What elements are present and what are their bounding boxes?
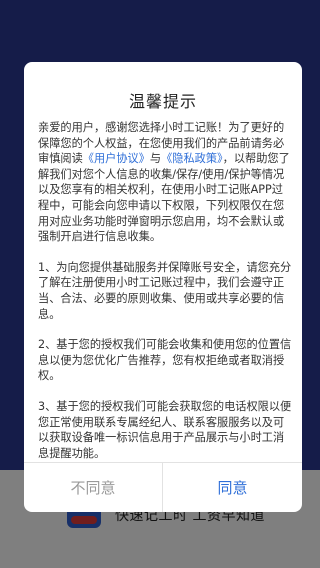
intro-text-rest: ，以帮助您了解我们对您个人信息的收集/保存/使用/保护等情况以及您享有的相关权利… [38, 152, 290, 244]
intro-and: 与 [149, 152, 162, 166]
dialog-title: 温馨提示 [128, 92, 197, 111]
agree-button[interactable]: 同意 [163, 463, 302, 512]
privacy-dialog: 温馨提示 亲爱的用户，感谢您选择小时工记账！为了更好的保障您的个人权益，在您使用… [24, 62, 302, 512]
paragraph-2: 2、基于您的授权我们可能会收集和使用您的位置信息以便为您优化广告推荐，您有权拒绝… [38, 338, 292, 383]
paragraph-3: 3、基于您的授权我们可能会获取您的电话权限以便您正常使用联系专属经纪人、联系客服… [38, 399, 292, 460]
intro-paragraph: 亲爱的用户，感谢您选择小时工记账！为了更好的保障您的个人权益，在您使用我们的产品… [38, 120, 292, 245]
privacy-policy-link[interactable]: 《隐私政策》 [161, 152, 223, 165]
dialog-content[interactable]: 亲爱的用户，感谢您选择小时工记账！为了更好的保障您的个人权益，在您使用我们的产品… [38, 120, 292, 460]
paragraph-1: 1、为向您提供基础服务并保障账号安全，请您充分了解在注册使用小时工记账过程中，我… [38, 260, 292, 321]
user-agreement-link[interactable]: 《用户协议》 [83, 152, 150, 165]
disagree-button[interactable]: 不同意 [24, 463, 162, 512]
